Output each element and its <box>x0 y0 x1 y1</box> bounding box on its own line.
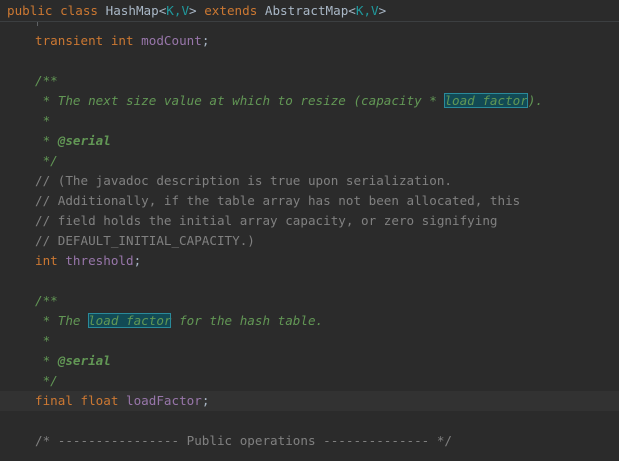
doc-comment: */ <box>35 153 58 168</box>
line-comment: // Additionally, if the table array has … <box>35 193 521 208</box>
doc-comment: */ <box>35 373 58 388</box>
code-line[interactable]: /* ---------------- Public operations --… <box>0 431 619 451</box>
code-line[interactable]: // field holds the initial array capacit… <box>0 211 619 231</box>
doc-comment: ). <box>527 93 544 108</box>
doc-tag: @serial <box>57 353 111 368</box>
code-line[interactable]: /** <box>0 71 619 91</box>
code-line[interactable]: */ <box>0 371 619 391</box>
keyword: final float <box>35 393 119 408</box>
code-line[interactable]: * The load factor for the hash table. <box>0 311 619 331</box>
code-line[interactable]: */ <box>0 151 619 171</box>
generic-close: > <box>189 3 197 18</box>
field-name: loadFactor <box>126 393 202 408</box>
fold-indicator-icon <box>37 22 38 26</box>
current-code-line[interactable]: final float loadFactor; <box>0 391 619 411</box>
line-comment: // (The javadoc description is true upon… <box>35 173 453 188</box>
class-header-bar: public class HashMap<K,V> extends Abstra… <box>0 0 619 22</box>
doc-comment: /** <box>35 73 58 88</box>
generic-params: K,V <box>355 3 379 18</box>
code-line[interactable]: * <box>0 331 619 351</box>
code-line[interactable]: transient int modCount; <box>0 31 619 51</box>
code-line[interactable]: // DEFAULT_INITIAL_CAPACITY.) <box>0 231 619 251</box>
keyword-class: class <box>60 3 99 18</box>
punctuation: ; <box>201 33 210 48</box>
code-line[interactable]: * The next size value at which to resize… <box>0 91 619 111</box>
doc-comment: * The next size value at which to resize… <box>35 93 445 108</box>
keyword: int <box>35 253 58 268</box>
keyword: transient int <box>35 33 134 48</box>
keyword-public: public <box>7 3 53 18</box>
generic-open: < <box>348 3 356 18</box>
code-line[interactable]: /** <box>0 291 619 311</box>
line-comment: // field holds the initial array capacit… <box>35 213 498 228</box>
doc-comment: * <box>35 333 51 348</box>
punctuation: ; <box>201 393 210 408</box>
doc-comment: /** <box>35 293 58 308</box>
doc-comment: * <box>35 133 58 148</box>
line-comment: // DEFAULT_INITIAL_CAPACITY.) <box>35 233 255 248</box>
class-name: HashMap <box>105 3 159 18</box>
code-line[interactable]: // (The javadoc description is true upon… <box>0 171 619 191</box>
code-line[interactable]: * <box>0 111 619 131</box>
field-name: modCount <box>141 33 202 48</box>
doc-comment: * <box>35 113 51 128</box>
keyword-extends: extends <box>204 3 258 18</box>
code-line[interactable]: * @serial <box>0 131 619 151</box>
doc-comment: * The <box>35 313 89 328</box>
doc-comment: for the hash table. <box>171 313 324 328</box>
search-highlight: load factor <box>444 93 528 108</box>
code-line[interactable]: * @serial <box>0 351 619 371</box>
search-highlight: load factor <box>88 313 172 328</box>
field-name: threshold <box>65 253 134 268</box>
superclass-name: AbstractMap <box>264 3 349 18</box>
generic-close: > <box>378 3 387 18</box>
doc-tag: @serial <box>57 133 111 148</box>
class-declaration: public class HashMap<K,V> extends Abstra… <box>7 3 386 19</box>
generic-params: K,V <box>166 3 190 18</box>
punctuation: ; <box>133 253 142 268</box>
code-line[interactable]: int threshold; <box>0 251 619 271</box>
doc-comment: * <box>35 353 58 368</box>
code-editor[interactable]: public class HashMap<K,V> extends Abstra… <box>0 0 619 461</box>
block-comment: /* ---------------- Public operations --… <box>35 433 453 448</box>
code-line[interactable]: // Additionally, if the table array has … <box>0 191 619 211</box>
